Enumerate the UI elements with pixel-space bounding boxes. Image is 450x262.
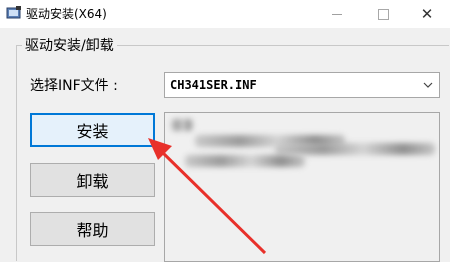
help-button[interactable]: 帮助: [30, 212, 155, 246]
driver-info-panel: [164, 112, 440, 262]
uninstall-button[interactable]: 卸载: [30, 163, 155, 197]
blurred-text: [185, 155, 305, 167]
blurred-text: [171, 119, 193, 131]
group-legend: 驱动安装/卸载: [22, 37, 117, 55]
maximize-icon: [377, 8, 389, 20]
select-inf-label: 选择INF文件 :: [30, 78, 118, 94]
inf-file-select[interactable]: CH341SER.INF: [164, 72, 440, 98]
maximize-button[interactable]: [360, 0, 406, 28]
inf-file-value: CH341SER.INF: [170, 78, 257, 92]
window-title: 驱动安装(X64): [26, 7, 107, 21]
title-bar: 驱动安装(X64) ✕: [0, 0, 450, 28]
driver-app-icon: [6, 6, 21, 19]
blurred-text: [275, 143, 435, 155]
chevron-down-icon[interactable]: [421, 77, 435, 93]
close-icon: ✕: [420, 5, 434, 23]
close-button[interactable]: ✕: [404, 0, 450, 28]
minimize-button[interactable]: [314, 0, 360, 28]
install-button[interactable]: 安装: [30, 113, 155, 147]
minimize-icon: [332, 13, 342, 15]
